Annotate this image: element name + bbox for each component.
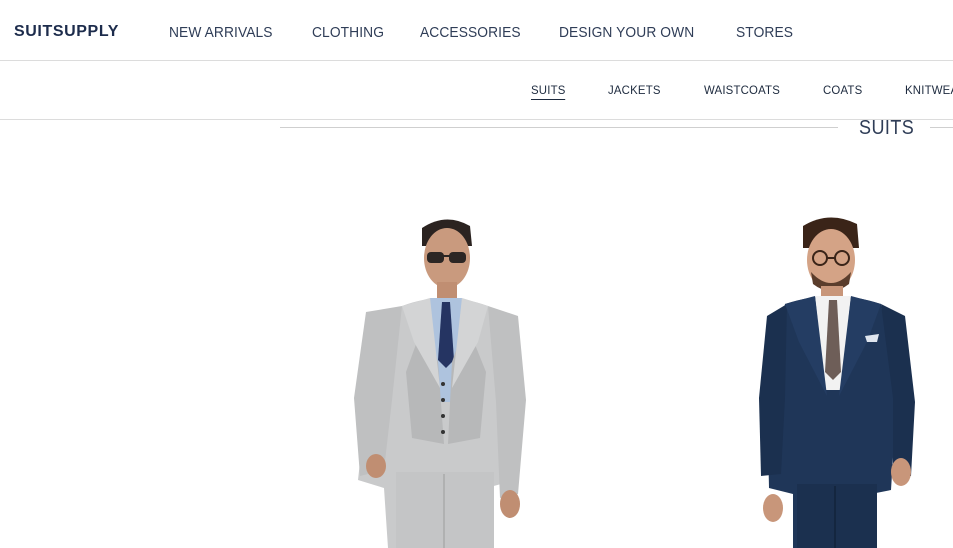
section-title: SUITS <box>859 117 915 139</box>
nav-design-your-own[interactable]: DESIGN YOUR OWN <box>559 24 694 41</box>
nav-clothing[interactable]: CLOTHING <box>312 24 384 41</box>
subnav-jackets[interactable]: JACKETS <box>608 83 661 97</box>
nav-stores[interactable]: STORES <box>736 24 793 41</box>
nav-accessories[interactable]: ACCESSORIES <box>420 24 521 41</box>
logo[interactable]: SUITSUPPLY <box>14 23 119 41</box>
top-header: SUITSUPPLY NEW ARRIVALS CLOTHING ACCESSO… <box>0 0 953 61</box>
product-image-navy-suit[interactable] <box>745 212 935 548</box>
sub-header: SUITS JACKETS WAISTCOATS COATS KNITWEA <box>0 61 953 120</box>
subnav-suits[interactable]: SUITS <box>531 83 566 100</box>
nav-new-arrivals[interactable]: NEW ARRIVALS <box>169 24 273 41</box>
section-heading: SUITS <box>280 114 953 142</box>
subnav-coats[interactable]: COATS <box>823 83 862 97</box>
sub-nav: SUITS JACKETS WAISTCOATS COATS KNITWEA <box>0 83 953 103</box>
subnav-waistcoats[interactable]: WAISTCOATS <box>704 83 780 97</box>
product-card-navy-suit[interactable] <box>745 212 935 548</box>
divider <box>930 127 953 128</box>
product-image-grey-suit[interactable] <box>340 212 540 548</box>
divider <box>280 127 838 128</box>
subnav-knitwear[interactable]: KNITWEA <box>905 83 953 97</box>
main-nav: NEW ARRIVALS CLOTHING ACCESSORIES DESIGN… <box>169 24 829 41</box>
product-card-grey-suit[interactable] <box>340 212 540 548</box>
